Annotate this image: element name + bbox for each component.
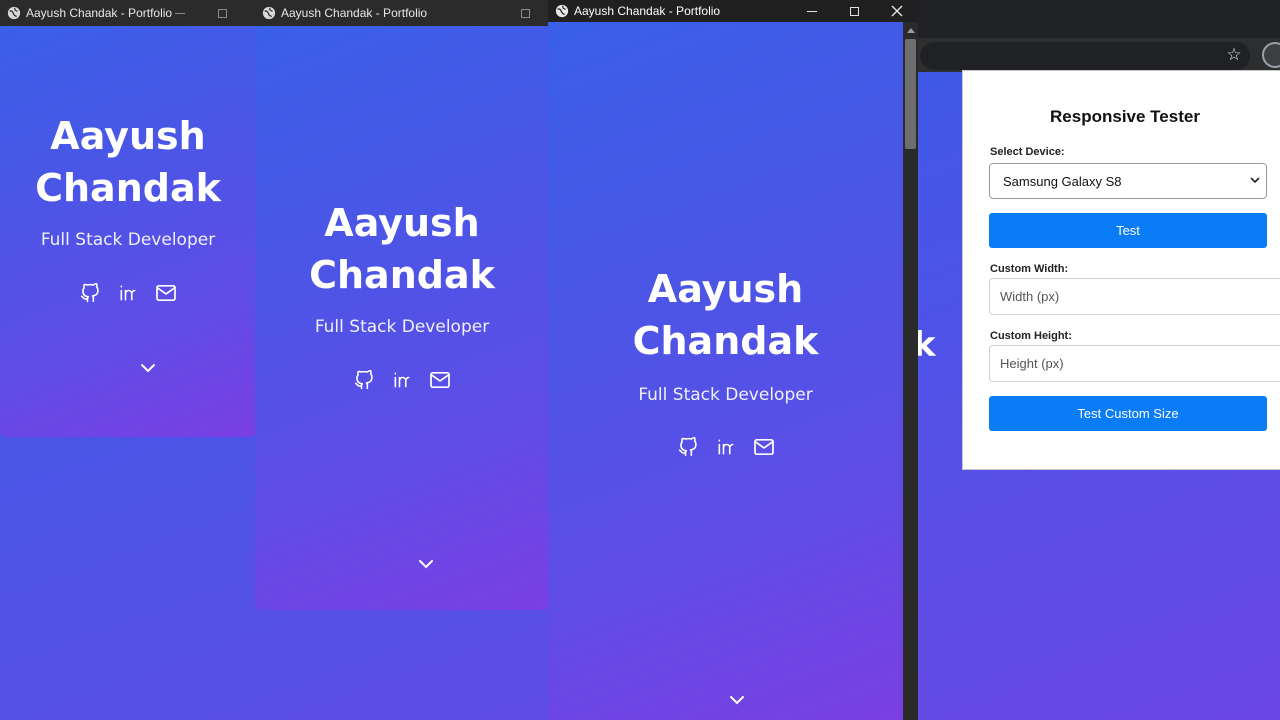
height-input-placeholder: Height (px): [1000, 356, 1064, 371]
window-title: Aayush Chandak - Portfolio: [281, 6, 428, 20]
bookmark-star-icon[interactable]: ☆: [1223, 44, 1245, 66]
hero-name-last: Chandak: [632, 319, 819, 363]
minimize-button[interactable]: [794, 0, 830, 22]
portfolio-window-large: Aayush Chandak - Portfolio Aayush Chanda…: [548, 0, 918, 720]
globe-icon: [7, 6, 21, 20]
maximize-button[interactable]: [204, 0, 240, 26]
social-links: [78, 281, 178, 305]
hero-role: Full Stack Developer: [40, 230, 216, 250]
background-browser-titlebar: [900, 0, 1280, 38]
hero-name-first: Aayush: [50, 114, 206, 158]
hero-name: Aayush Chandak: [309, 197, 495, 301]
social-links: [352, 368, 452, 392]
window-title: Aayush Chandak - Portfolio: [26, 6, 173, 20]
minimize-button[interactable]: [162, 0, 198, 26]
width-label: Custom Width:: [990, 263, 1069, 275]
width-input-placeholder: Width (px): [1000, 289, 1060, 304]
mail-icon[interactable]: [154, 281, 178, 305]
github-icon[interactable]: [676, 435, 700, 459]
test-custom-size-button[interactable]: Test Custom Size: [989, 396, 1267, 431]
maximize-button[interactable]: [836, 0, 872, 22]
github-icon[interactable]: [352, 368, 376, 392]
scrollbar-track[interactable]: [903, 22, 918, 720]
address-bar[interactable]: [920, 42, 1250, 70]
mail-icon[interactable]: [428, 368, 452, 392]
device-select[interactable]: Samsung Galaxy S8: [989, 163, 1267, 199]
linkedin-icon[interactable]: [390, 368, 414, 392]
device-label: Select Device:: [990, 146, 1065, 158]
chevron-down-icon: [1250, 177, 1260, 184]
hero-role: Full Stack Developer: [638, 385, 813, 405]
hero-role: Full Stack Developer: [314, 317, 490, 337]
height-label: Custom Height:: [990, 330, 1072, 342]
mail-icon[interactable]: [752, 435, 776, 459]
portfolio-window-small: Aayush Chandak - Portfolio Aayush Chanda…: [0, 0, 256, 437]
linkedin-icon[interactable]: [714, 435, 738, 459]
close-button[interactable]: [879, 0, 915, 22]
tester-title: Responsive Tester: [1050, 107, 1200, 126]
hero-section: Aayush Chandak Full Stack Developer: [0, 26, 256, 437]
hero-name-last: Chandak: [309, 253, 495, 297]
globe-icon: [262, 6, 276, 20]
linkedin-icon[interactable]: [116, 281, 140, 305]
hero-name-first: Aayush: [324, 201, 480, 245]
height-input[interactable]: Height (px): [989, 345, 1280, 382]
window-titlebar: Aayush Chandak - Portfolio: [255, 0, 549, 26]
social-links: [676, 435, 776, 459]
hero-name-first: Aayush: [647, 267, 804, 311]
portfolio-window-medium: Aayush Chandak - Portfolio Aayush Chanda…: [255, 0, 549, 610]
hero-name: Aayush Chandak: [633, 263, 819, 367]
device-select-value: Samsung Galaxy S8: [1003, 173, 1122, 189]
scroll-down-chevron-icon[interactable]: [418, 558, 434, 570]
width-input[interactable]: Width (px): [989, 278, 1280, 315]
scrollbar-thumb[interactable]: [905, 39, 916, 149]
maximize-button[interactable]: [507, 0, 543, 26]
hero-name-last: Chandak: [35, 166, 221, 210]
test-button[interactable]: Test: [989, 213, 1267, 248]
scroll-down-chevron-icon[interactable]: [729, 694, 745, 706]
responsive-tester-panel: Responsive Tester Select Device: Samsung…: [962, 70, 1280, 470]
scroll-down-chevron-icon[interactable]: [140, 362, 156, 374]
github-icon[interactable]: [78, 281, 102, 305]
hero-section: Aayush Chandak Full Stack Developer: [255, 26, 549, 610]
hero-name: Aayush Chandak: [35, 110, 221, 214]
globe-icon: [555, 4, 569, 18]
scrollbar-up-arrow[interactable]: [907, 28, 915, 33]
hero-section: Aayush Chandak Full Stack Developer: [548, 22, 903, 720]
window-title: Aayush Chandak - Portfolio: [574, 4, 721, 18]
